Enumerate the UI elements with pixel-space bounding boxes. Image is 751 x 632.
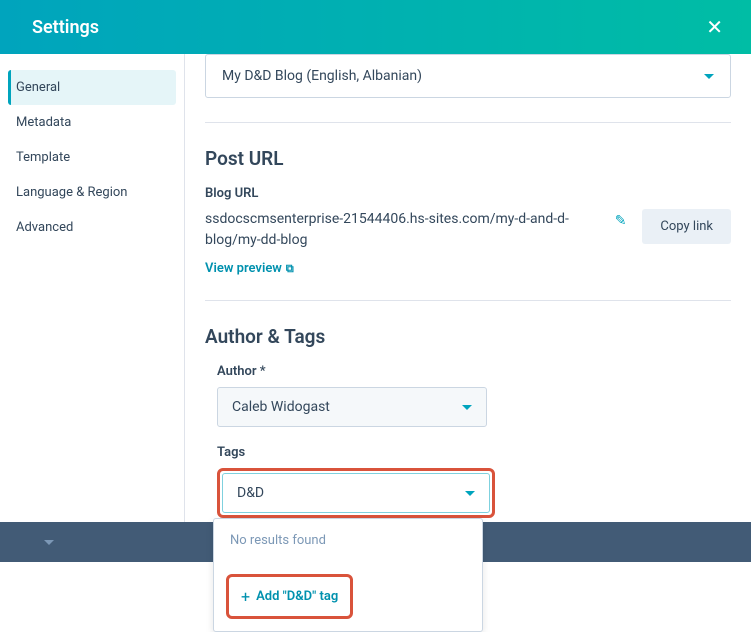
copy-link-button[interactable]: Copy link <box>642 209 731 244</box>
tags-select[interactable]: D&D <box>222 473 490 513</box>
sidebar-item-template[interactable]: Template <box>8 140 176 175</box>
blog-url-label: Blog URL <box>205 186 731 201</box>
chevron-down-icon <box>465 491 475 496</box>
sidebar-item-general[interactable]: General <box>8 70 176 105</box>
chevron-down-icon <box>462 405 472 410</box>
tags-label: Tags <box>217 445 731 460</box>
post-url-heading: Post URL <box>205 147 731 170</box>
settings-sidebar: General Metadata Template Language & Reg… <box>0 54 184 522</box>
edit-url-button[interactable]: ✎ <box>611 209 631 233</box>
settings-content: My D&D Blog (English, Albanian) Post URL… <box>184 54 751 522</box>
tags-dropdown: No results found + Add "D&D" tag <box>213 518 483 632</box>
add-tag-button[interactable]: + Add "D&D" tag <box>237 581 342 612</box>
tags-value: D&D <box>237 485 264 501</box>
sidebar-item-advanced[interactable]: Advanced <box>8 210 176 245</box>
sidebar-item-label: Template <box>16 150 70 165</box>
chevron-down-icon[interactable] <box>44 540 54 545</box>
close-button[interactable]: ✕ <box>702 11 727 43</box>
add-tag-label: Add "D&D" tag <box>256 589 338 604</box>
sidebar-item-label: Language & Region <box>16 185 127 200</box>
author-label: Author * <box>217 364 731 379</box>
sidebar-item-label: Metadata <box>16 115 71 130</box>
sidebar-item-metadata[interactable]: Metadata <box>8 105 176 140</box>
view-preview-link[interactable]: View preview ⧉ <box>205 261 294 276</box>
view-preview-label: View preview <box>205 261 282 276</box>
external-link-icon: ⧉ <box>286 262 294 276</box>
copy-link-label: Copy link <box>660 219 713 234</box>
author-tags-heading: Author & Tags <box>205 325 731 348</box>
sidebar-item-label: Advanced <box>16 220 73 235</box>
tags-select-highlight: D&D <box>217 468 495 518</box>
author-value: Caleb Widogast <box>232 399 330 415</box>
sidebar-item-language-region[interactable]: Language & Region <box>8 175 176 210</box>
plus-icon: + <box>241 587 250 606</box>
no-results-text: No results found <box>214 519 482 562</box>
blog-url-value: ssdocscmsenterprise-21544406.hs-sites.co… <box>205 209 599 251</box>
settings-header: Settings ✕ <box>0 0 751 54</box>
chevron-down-icon <box>704 74 714 79</box>
add-tag-highlight: + Add "D&D" tag <box>226 574 353 619</box>
divider <box>205 300 731 301</box>
author-select[interactable]: Caleb Widogast <box>217 387 487 427</box>
pencil-icon: ✎ <box>615 213 627 229</box>
sidebar-item-label: General <box>16 80 60 95</box>
settings-title: Settings <box>32 17 99 38</box>
blog-select-value: My D&D Blog (English, Albanian) <box>222 68 422 84</box>
divider <box>205 122 731 123</box>
blog-select[interactable]: My D&D Blog (English, Albanian) <box>205 54 731 98</box>
close-icon: ✕ <box>706 15 723 39</box>
